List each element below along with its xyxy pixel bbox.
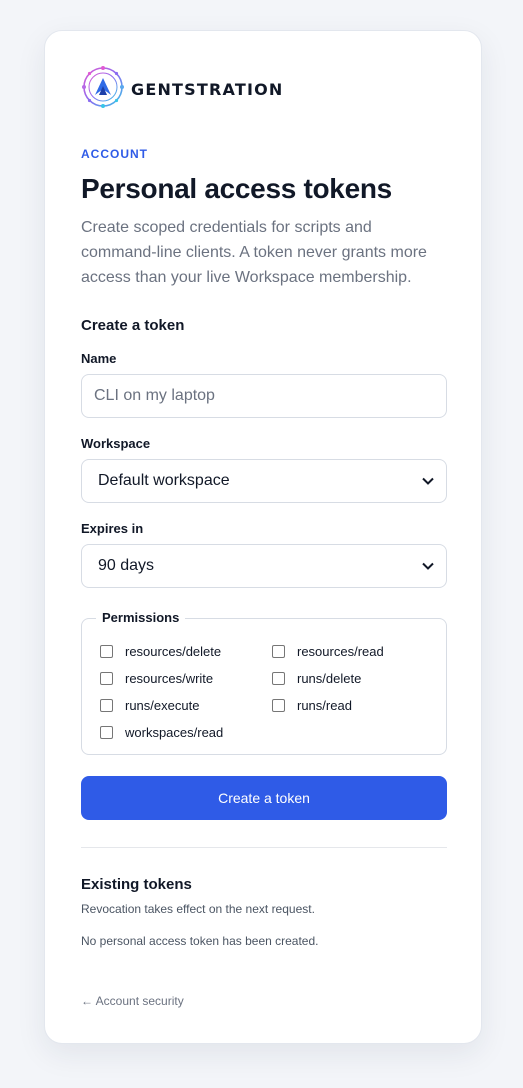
checkbox[interactable] (272, 699, 285, 712)
account-security-link[interactable]: ← Account security (81, 994, 447, 1008)
permission-label: resources/write (125, 671, 214, 686)
brand-name: GENTSTRATION (131, 79, 284, 99)
expires-label: Expires in (81, 521, 144, 536)
permission-resources-write[interactable]: resources/write (100, 671, 213, 686)
workspace-select[interactable]: Default workspace (81, 459, 447, 503)
checkbox[interactable] (272, 645, 285, 658)
create-token-button[interactable]: Create a token (81, 776, 447, 820)
permissions-legend: Permissions (96, 610, 186, 625)
empty-tokens-message: No personal access token has been create… (81, 934, 319, 948)
permission-runs-read[interactable]: runs/read (272, 698, 352, 713)
checkbox[interactable] (272, 672, 285, 685)
expires-select-value: 90 days (98, 557, 155, 574)
permission-label: runs/execute (125, 698, 200, 713)
section-divider (81, 847, 447, 848)
expires-select[interactable]: 90 days (81, 544, 447, 588)
chevron-down-icon (422, 559, 434, 573)
workspace-select-value: Default workspace (98, 472, 230, 489)
permission-resources-delete[interactable]: resources/delete (100, 644, 221, 659)
brand-logo: GENTSTRATION (81, 65, 284, 114)
chevron-down-icon (422, 474, 434, 488)
workspace-label: Workspace (81, 436, 151, 451)
checkbox[interactable] (100, 645, 113, 658)
existing-tokens-heading: Existing tokens (81, 876, 192, 893)
permission-runs-delete[interactable]: runs/delete (272, 671, 361, 686)
checkbox[interactable] (100, 726, 113, 739)
name-label: Name (81, 351, 117, 366)
section-eyebrow: ACCOUNT (81, 147, 148, 161)
permission-label: workspaces/read (125, 725, 224, 740)
checkbox[interactable] (100, 699, 113, 712)
name-input[interactable]: CLI on my laptop (81, 374, 447, 418)
page-description: Create scoped credentials for scripts an… (81, 219, 427, 286)
token-card: GENTSTRATION ACCOUNT Personal access tok… (44, 30, 482, 1044)
permission-resources-read[interactable]: resources/read (272, 644, 384, 659)
gentstration-logo-icon (81, 65, 127, 114)
permission-label: runs/delete (297, 671, 362, 686)
permission-workspaces-read[interactable]: workspaces/read (100, 725, 223, 740)
revocation-note: Revocation takes effect on the next requ… (81, 902, 315, 916)
permission-label: runs/read (297, 698, 352, 713)
permission-label: resources/delete (125, 644, 222, 659)
checkbox[interactable] (100, 672, 113, 685)
permissions-fieldset: Permissions resources/delete resources/r… (81, 610, 447, 755)
permission-runs-execute[interactable]: runs/execute (100, 698, 199, 713)
permission-label: resources/read (297, 644, 384, 659)
create-token-heading: Create a token (81, 317, 185, 334)
name-input-placeholder: CLI on my laptop (94, 387, 215, 404)
page-title: Personal access tokens (81, 173, 392, 204)
